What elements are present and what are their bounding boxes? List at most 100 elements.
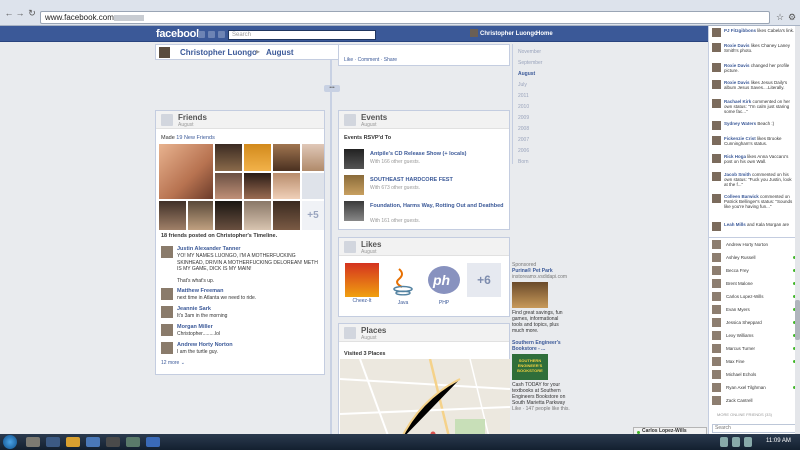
friend-photo[interactable] — [244, 144, 271, 171]
chat-friend[interactable]: Jessica Sheppard — [712, 318, 798, 328]
friend-photo[interactable] — [215, 201, 242, 230]
address-bar[interactable]: www.facebook.com — [40, 11, 770, 24]
avatar[interactable] — [161, 342, 173, 354]
chat-friend[interactable]: Lexy Williams — [712, 331, 798, 341]
more-posts-link[interactable]: 12 more ⌄ — [161, 360, 185, 366]
friend-photo[interactable] — [273, 144, 300, 171]
refresh-icon[interactable]: ↻ — [27, 8, 37, 18]
wrench-icon[interactable]: ⚙ — [787, 12, 797, 22]
profile-link[interactable]: Christopher Luongo — [470, 29, 538, 39]
messages-icon[interactable] — [208, 31, 215, 38]
taskbar-app-icon[interactable] — [46, 437, 60, 447]
event-image[interactable] — [344, 175, 364, 195]
ticker-item[interactable]: Roxie Davis changed her profile picture. — [712, 63, 798, 77]
taskbar-app-icon[interactable] — [146, 437, 160, 447]
event-title[interactable]: Antpile's CD Release Show (+ locals) — [370, 151, 504, 158]
timeline-name[interactable]: Christopher Luongo — [180, 48, 257, 57]
ticker-item[interactable]: Rachael Kirk commented on her own status… — [712, 99, 798, 115]
ticker-item[interactable]: Roxie Davis likes Jesus Daily's album Je… — [712, 80, 798, 96]
timeline-month[interactable]: August — [266, 48, 294, 57]
event-title[interactable]: SOUTHEAST HARDCORE FEST — [370, 177, 504, 184]
avatar[interactable] — [159, 47, 170, 58]
friend-photo[interactable] — [215, 173, 242, 199]
chat-search-input[interactable]: Search — [712, 424, 798, 433]
year-link[interactable]: 2007 — [518, 137, 529, 143]
post-author[interactable]: Jeannie Sark — [177, 306, 211, 312]
event-title[interactable]: Foundation, Harms Way, Rotting Out and D… — [370, 203, 504, 210]
year-link[interactable]: 2010 — [518, 104, 529, 110]
card-title[interactable]: Places — [361, 326, 386, 335]
taskbar-app-icon[interactable] — [66, 437, 80, 447]
notifications-icon[interactable] — [218, 31, 225, 38]
expand-dots-button[interactable]: ••• — [324, 85, 340, 92]
friend-requests-icon[interactable] — [198, 31, 205, 38]
friend-photo[interactable] — [244, 201, 271, 230]
places-map[interactable] — [340, 359, 510, 441]
facebook-logo[interactable]: facebook — [156, 28, 202, 40]
friend-photo[interactable] — [159, 201, 186, 230]
like-item[interactable]: Cheez-It — [343, 263, 381, 304]
more-online-friends-link[interactable]: MORE ONLINE FRIENDS (33) — [717, 412, 772, 417]
card-title[interactable]: Friends — [178, 113, 207, 122]
taskbar-app-icon[interactable] — [106, 437, 120, 447]
year-link[interactable]: 2008 — [518, 126, 529, 132]
avatar[interactable] — [161, 288, 173, 300]
year-link[interactable]: November — [518, 49, 541, 55]
ticker-item[interactable]: Roxie Davis likes Chaney Laney Smith's p… — [712, 43, 798, 59]
ticker-item[interactable]: PJ Fitzgibbons likes Cabela's link. — [712, 28, 798, 40]
card-title[interactable]: Events — [361, 113, 387, 122]
friend-photo[interactable] — [273, 201, 300, 230]
chat-friend[interactable]: Carlos Lopez-Wills — [712, 292, 798, 302]
card-title[interactable]: Likes — [361, 240, 381, 249]
post-author[interactable]: Justin Alexander Tanner — [177, 246, 241, 252]
ticker-item[interactable]: Rick Hoga likes Anna Vaccaro's post on h… — [712, 154, 798, 168]
event-image[interactable] — [344, 149, 364, 169]
friend-photo[interactable] — [215, 144, 242, 171]
post-actions[interactable]: Like · Comment · Share — [344, 57, 397, 63]
home-link[interactable]: Home — [536, 29, 553, 39]
forward-icon[interactable]: → — [15, 8, 25, 18]
avatar[interactable] — [161, 324, 173, 336]
bookmark-star-icon[interactable]: ☆ — [775, 12, 785, 22]
chat-friend[interactable]: Michael Echols — [712, 370, 798, 380]
chat-friend[interactable]: Marcus Turner — [712, 344, 798, 354]
year-link[interactable]: July — [518, 82, 527, 88]
back-icon[interactable]: ← — [4, 8, 14, 18]
taskbar-app-icon[interactable] — [126, 437, 140, 447]
scrollbar-thumb[interactable] — [795, 300, 800, 340]
ad-like-link[interactable]: Like · 147 people like this. — [512, 406, 570, 412]
taskbar-clock[interactable]: 11:09 AM — [766, 438, 791, 444]
ad-image[interactable] — [512, 282, 548, 308]
year-link[interactable]: 2009 — [518, 115, 529, 121]
event-image[interactable] — [344, 201, 364, 221]
scrollbar[interactable] — [795, 26, 800, 434]
year-link[interactable]: September — [518, 60, 542, 66]
year-link[interactable]: 2006 — [518, 148, 529, 154]
new-friends-link[interactable]: 19 New Friends — [176, 135, 215, 141]
tray-icon[interactable] — [732, 437, 740, 447]
year-link-active[interactable]: August — [518, 71, 535, 77]
chat-friend[interactable]: Andrew Horty Norton — [712, 240, 798, 250]
ad-title[interactable]: Southern Engineer's Bookstore - ... — [512, 340, 570, 352]
default-avatar[interactable] — [302, 173, 324, 199]
ad-image[interactable]: SOUTHERN ENGINEER'S BOOKSTORE — [512, 354, 548, 380]
like-item[interactable]: Java — [384, 263, 422, 306]
year-link[interactable]: Born — [518, 159, 529, 165]
start-button[interactable] — [3, 435, 17, 449]
chat-friend[interactable]: Evan Myers — [712, 305, 798, 315]
ticker-item[interactable]: Fickenzie Crist likes Brooke Cunningham'… — [712, 136, 798, 150]
more-likes-button[interactable]: +6 — [467, 263, 501, 297]
chat-friend[interactable]: Ashley Russell — [712, 253, 798, 263]
friend-photo[interactable] — [273, 173, 300, 199]
post-author[interactable]: Matthew Freeman — [177, 288, 223, 294]
taskbar-app-icon[interactable] — [26, 437, 40, 447]
post-author[interactable]: Morgan Miller — [177, 324, 213, 330]
ticker-item[interactable]: Colleen Barwick commented on Patrick Bel… — [712, 194, 798, 214]
ticker-item[interactable]: Leah Mills and Kala Morgan are — [712, 222, 798, 232]
tray-icon[interactable] — [720, 437, 728, 447]
chat-friend[interactable]: Becca Frey — [712, 266, 798, 276]
ticker-item[interactable]: Jacob Smith commented on his own status:… — [712, 172, 798, 190]
taskbar-app-icon[interactable] — [86, 437, 100, 447]
more-friends-button[interactable]: +5 — [302, 201, 324, 230]
chat-friend[interactable]: Zack Cantrell — [712, 396, 798, 406]
